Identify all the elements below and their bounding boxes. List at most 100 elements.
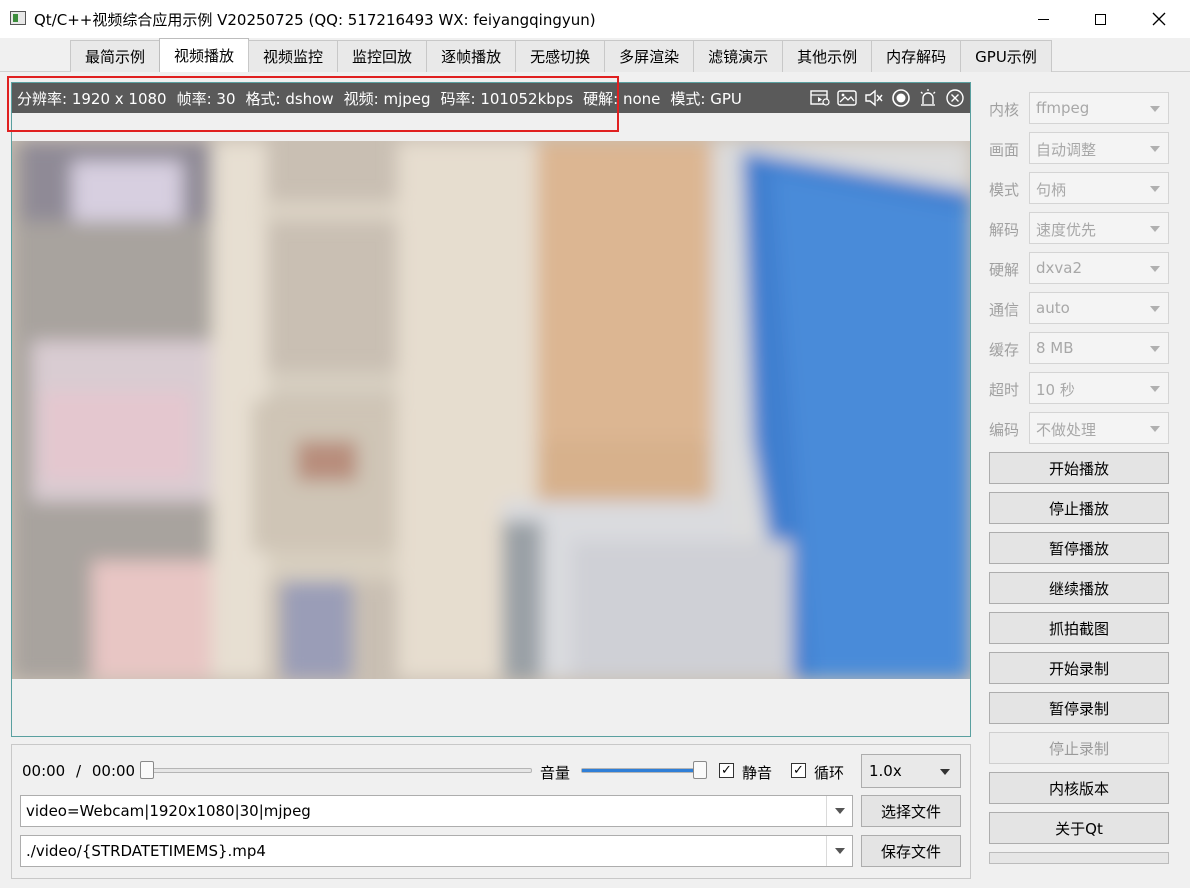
core-version-button[interactable]: 内核版本 — [989, 772, 1169, 804]
combo-value: ffmpeg — [1036, 99, 1090, 117]
chevron-down-icon — [1150, 386, 1160, 392]
checkmark-icon: ✓ — [721, 763, 732, 778]
stop-play-button[interactable]: 停止播放 — [989, 492, 1169, 524]
tab-other-demo[interactable]: 其他示例 — [782, 40, 873, 72]
chevron-down-icon — [1150, 266, 1160, 272]
setting-row-mode: 模式 句柄 — [985, 172, 1170, 204]
time-total: 00:00 — [91, 762, 136, 780]
chevron-down-icon[interactable] — [826, 836, 852, 866]
mute-checkbox[interactable]: ✓ — [719, 763, 734, 778]
combo-value: auto — [1036, 299, 1070, 317]
tab-bar: 最简示例 视频播放 视频监控 监控回放 逐帧播放 无感切换 多屏渲染 滤镜演示 … — [70, 38, 1052, 72]
chevron-down-icon — [1150, 226, 1160, 232]
tab-memory-decode[interactable]: 内存解码 — [871, 40, 962, 72]
checkmark-icon: ✓ — [793, 763, 804, 778]
close-icon[interactable] — [944, 87, 966, 109]
combo-value: 句柄 — [1036, 181, 1067, 199]
about-qt-button[interactable]: 关于Qt — [989, 812, 1169, 844]
select-file-button[interactable]: 选择文件 — [861, 795, 961, 827]
tab-multi-screen[interactable]: 多屏渲染 — [604, 40, 695, 72]
start-play-button[interactable]: 开始播放 — [989, 452, 1169, 484]
timeout-combo[interactable]: 10 秒 — [1029, 372, 1169, 404]
video-info-bar: 分辨率: 1920 x 1080 帧率: 30 格式: dshow 视频: mj… — [12, 83, 970, 113]
time-separator: / — [76, 762, 82, 780]
tab-simple-demo[interactable]: 最简示例 — [70, 40, 161, 72]
setting-label: 内核 — [989, 101, 1020, 119]
tab-filter-demo[interactable]: 滤镜演示 — [693, 40, 784, 72]
save-file-button[interactable]: 保存文件 — [861, 835, 961, 867]
picture-combo[interactable]: 自动调整 — [1029, 132, 1169, 164]
tab-frame-play[interactable]: 逐帧播放 — [426, 40, 517, 72]
cache-combo[interactable]: 8 MB — [1029, 332, 1169, 364]
combo-value: 不做处理 — [1036, 421, 1097, 439]
tab-monitor-playback[interactable]: 监控回放 — [337, 40, 428, 72]
capture-icon[interactable] — [890, 87, 912, 109]
maximize-button[interactable] — [1077, 0, 1123, 38]
window-title: Qt/C++视频综合应用示例 V20250725 (QQ: 517216493 … — [34, 11, 596, 29]
setting-label: 画面 — [989, 141, 1020, 159]
chevron-down-icon — [940, 769, 950, 775]
volume-slider-fill — [582, 769, 706, 772]
encode-combo[interactable]: 不做处理 — [1029, 412, 1169, 444]
close-window-button[interactable] — [1136, 0, 1182, 38]
tab-video-play[interactable]: 视频播放 — [159, 38, 250, 72]
loop-checkbox[interactable]: ✓ — [791, 763, 806, 778]
tab-video-monitor[interactable]: 视频监控 — [248, 40, 339, 72]
decode-combo[interactable]: 速度优先 — [1029, 212, 1169, 244]
close-icon — [1152, 12, 1166, 26]
info-format: 格式: dshow — [245, 90, 334, 108]
minimize-button[interactable] — [1020, 0, 1066, 38]
video-info-text: 分辨率: 1920 x 1080 帧率: 30 格式: dshow 视频: mj… — [17, 88, 742, 109]
resume-play-button[interactable]: 继续播放 — [989, 572, 1169, 604]
app-icon — [10, 11, 26, 25]
volume-slider[interactable] — [581, 768, 707, 773]
record-icon[interactable] — [809, 87, 831, 109]
setting-label: 模式 — [989, 181, 1020, 199]
alarm-icon[interactable] — [917, 87, 939, 109]
volume-slider-handle[interactable] — [693, 761, 707, 779]
setting-row-picture: 画面 自动调整 — [985, 132, 1170, 164]
mute-icon[interactable] — [863, 87, 885, 109]
info-hwdecode: 硬解: none — [583, 90, 661, 108]
mode-combo[interactable]: 句柄 — [1029, 172, 1169, 204]
pause-record-button[interactable]: 暂停录制 — [989, 692, 1169, 724]
url-input[interactable]: video=Webcam|1920x1080|30|mjpeg — [20, 795, 853, 827]
loop-label: 循环 — [814, 764, 845, 782]
core-combo[interactable]: ffmpeg — [1029, 92, 1169, 124]
chevron-down-icon — [1150, 346, 1160, 352]
stop-record-button[interactable]: 停止录制 — [989, 732, 1169, 764]
save-path-input[interactable]: ./video/{STRDATETIMEMS}.mp4 — [20, 835, 853, 867]
volume-label: 音量 — [540, 764, 571, 782]
hwdecode-combo[interactable]: dxva2 — [1029, 252, 1169, 284]
start-record-button[interactable]: 开始录制 — [989, 652, 1169, 684]
transport-combo[interactable]: auto — [1029, 292, 1169, 324]
speed-combo[interactable]: 1.0x — [861, 754, 961, 788]
tab-seamless-switch[interactable]: 无感切换 — [515, 40, 606, 72]
info-bitrate: 码率: 101052kbps — [440, 90, 574, 108]
time-current: 00:00 — [22, 762, 66, 780]
title-bar: Qt/C++视频综合应用示例 V20250725 (QQ: 517216493 … — [0, 0, 1190, 38]
playback-time: 00:00 / 00:00 — [22, 762, 135, 780]
snapshot-icon[interactable] — [836, 87, 858, 109]
setting-label: 缓存 — [989, 341, 1020, 359]
setting-row-hwdecode: 硬解 dxva2 — [985, 252, 1170, 284]
tab-gpu-demo[interactable]: GPU示例 — [960, 40, 1052, 72]
info-mode: 模式: GPU — [670, 90, 742, 108]
setting-row-encode: 编码 不做处理 — [985, 412, 1170, 444]
overlay-toolbar — [809, 87, 966, 109]
video-image — [12, 141, 970, 679]
setting-row-transport: 通信 auto — [985, 292, 1170, 324]
snapshot-button[interactable]: 抓拍截图 — [989, 612, 1169, 644]
chevron-down-icon[interactable] — [826, 796, 852, 826]
minimize-icon — [1037, 18, 1049, 20]
setting-row-core: 内核 ffmpeg — [985, 92, 1170, 124]
chevron-down-icon — [1150, 426, 1160, 432]
setting-row-decode: 解码 速度优先 — [985, 212, 1170, 244]
combo-value: 10 秒 — [1036, 381, 1075, 399]
info-video-codec: 视频: mjpeg — [343, 90, 431, 108]
position-slider-handle[interactable] — [140, 761, 154, 779]
save-path-value: ./video/{STRDATETIMEMS}.mp4 — [26, 842, 266, 860]
setting-label: 编码 — [989, 421, 1020, 439]
pause-play-button[interactable]: 暂停播放 — [989, 532, 1169, 564]
position-slider[interactable] — [140, 768, 532, 773]
